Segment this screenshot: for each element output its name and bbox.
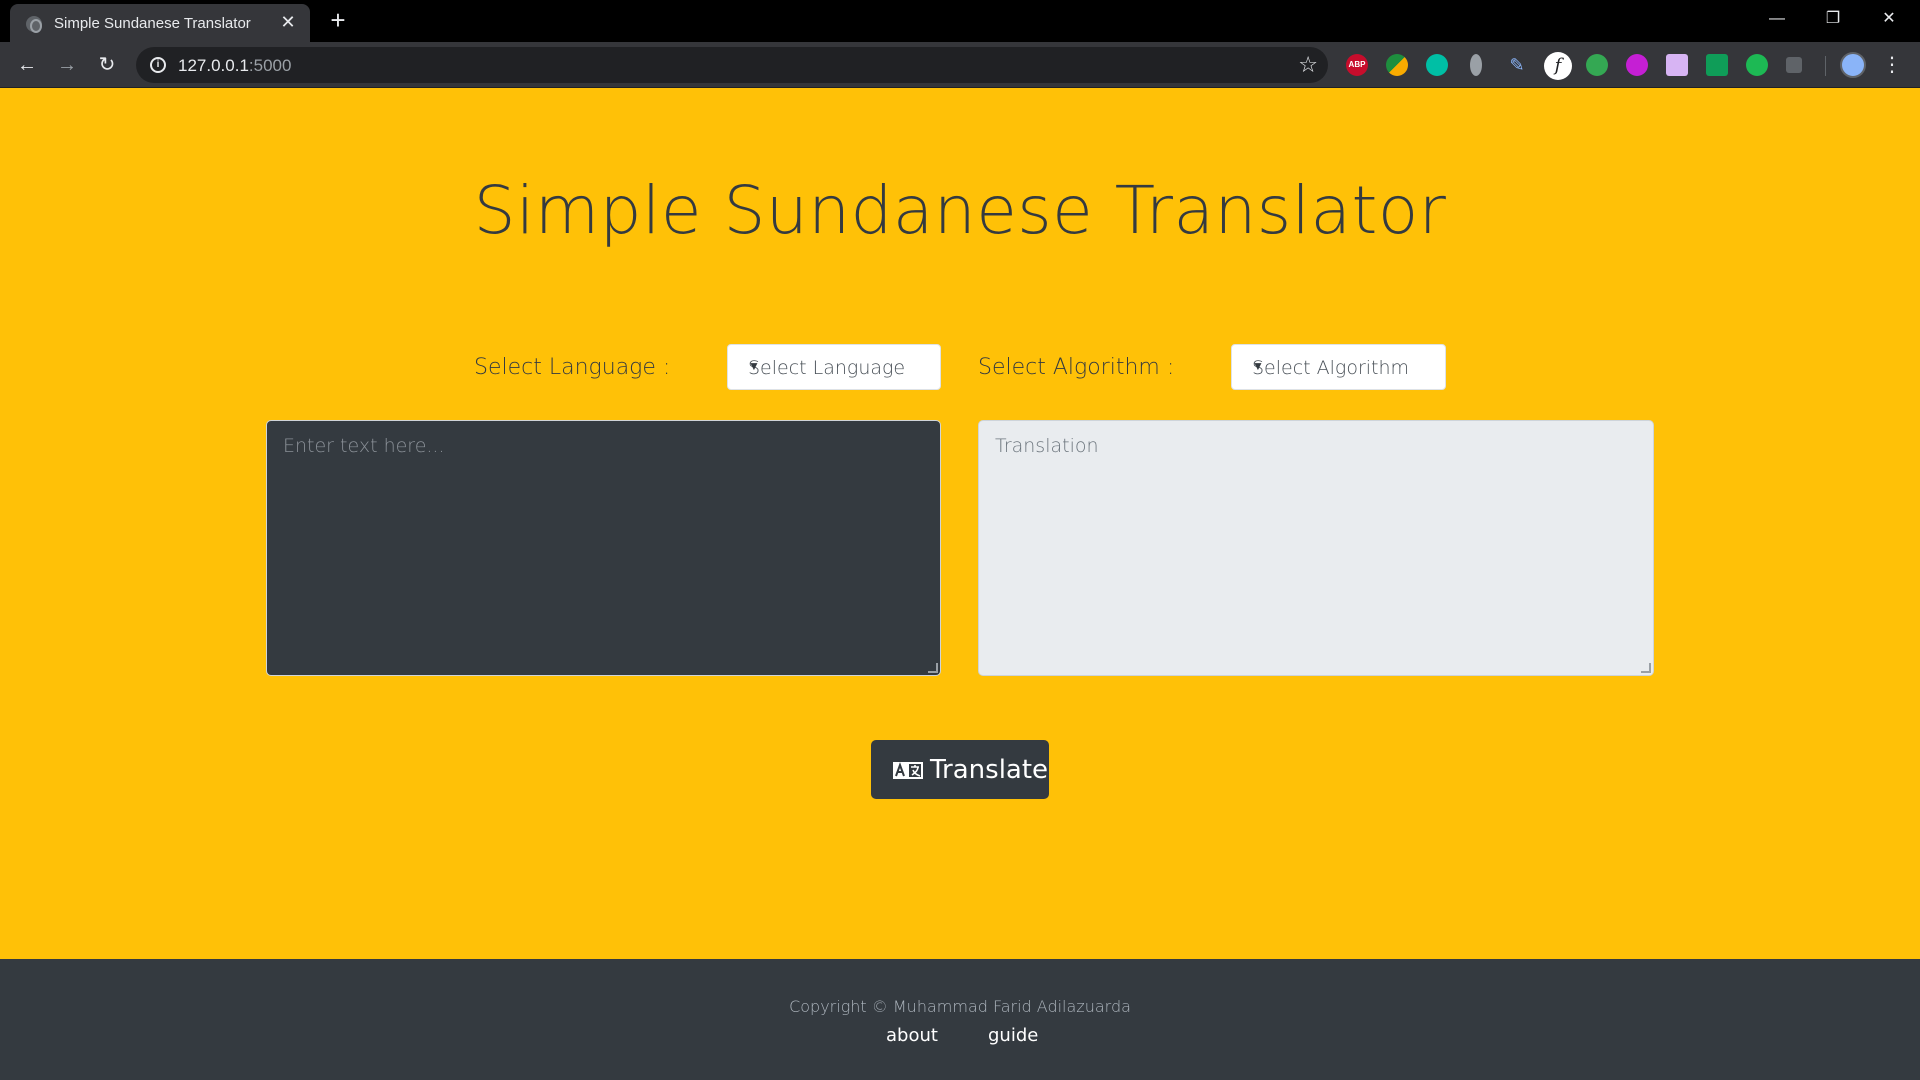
toolbar-divider: [1825, 56, 1826, 76]
tab-title: Simple Sundanese Translator: [54, 15, 251, 32]
info-icon[interactable]: i: [150, 57, 166, 73]
restore-icon[interactable]: ❐: [1810, 4, 1856, 34]
back-arrow-icon[interactable]: ←: [12, 50, 42, 80]
translation-output[interactable]: Translation: [978, 420, 1654, 676]
adblock-extension-icon[interactable]: ABP: [1346, 54, 1368, 76]
url-text[interactable]: 127.0.0.1:5000: [178, 56, 291, 76]
extension-icon-8[interactable]: [1626, 54, 1648, 76]
chevron-down-icon: ▼: [1252, 359, 1264, 373]
tree-extension-icon[interactable]: [1586, 54, 1608, 76]
source-placeholder: Enter text here...: [283, 435, 445, 457]
profile-avatar[interactable]: [1840, 52, 1866, 78]
footer: Copyright © Muhammad Farid Adilazuarda a…: [0, 959, 1920, 1080]
translate-button-label: Translate: [930, 755, 1049, 785]
language-select[interactable]: Select Language ▼: [727, 344, 941, 390]
new-tab-button[interactable]: +: [325, 7, 351, 34]
browser-toolbar: ← → ↻ i 127.0.0.1:5000 ☆ ABP ✎ f ⋮: [0, 42, 1920, 88]
browser-menu-icon[interactable]: ⋮: [1880, 50, 1904, 80]
extension-icon-2[interactable]: [1386, 54, 1408, 76]
source-text-input[interactable]: Enter text here...: [266, 420, 941, 676]
close-tab-icon[interactable]: ✕: [276, 10, 300, 34]
extension-icon-4[interactable]: [1470, 54, 1482, 76]
browser-tab-strip: Simple Sundanese Translator ✕ + — ❐ ✕: [0, 0, 1920, 42]
extension-icon-3[interactable]: [1426, 54, 1448, 76]
formula-extension-icon[interactable]: f: [1544, 52, 1572, 80]
extension-icon-11[interactable]: [1746, 54, 1768, 76]
translate-icon: [893, 762, 923, 779]
language-label: Select Language :: [474, 355, 671, 380]
copyright-text: Copyright © Muhammad Farid Adilazuarda: [789, 997, 1131, 1016]
resize-handle[interactable]: [928, 663, 938, 673]
pen-extension-icon[interactable]: ✎: [1506, 54, 1528, 76]
address-bar[interactable]: i 127.0.0.1:5000 ☆: [136, 47, 1328, 83]
extensions-puzzle-icon[interactable]: [1786, 57, 1802, 73]
close-window-icon[interactable]: ✕: [1866, 4, 1912, 34]
guide-link[interactable]: guide: [988, 1025, 1038, 1046]
minimize-icon[interactable]: —: [1754, 4, 1800, 34]
globe-icon: [26, 16, 42, 33]
about-link[interactable]: about: [886, 1025, 938, 1046]
page-title: Simple Sundanese Translator: [473, 172, 1447, 249]
s-extension-icon[interactable]: [1706, 54, 1728, 76]
translation-placeholder: Translation: [995, 435, 1099, 457]
forward-arrow-icon[interactable]: →: [52, 50, 82, 80]
translate-button[interactable]: Translate: [871, 740, 1049, 799]
chevron-down-icon: ▼: [748, 359, 760, 373]
resize-handle[interactable]: [1641, 663, 1651, 673]
bookmark-star-icon[interactable]: ☆: [1298, 53, 1318, 77]
browser-tab[interactable]: Simple Sundanese Translator ✕: [10, 4, 310, 42]
pdf-extension-icon[interactable]: [1666, 54, 1688, 76]
reload-icon[interactable]: ↻: [92, 50, 122, 80]
algorithm-select[interactable]: Select Algorithm ▼: [1231, 344, 1446, 390]
algorithm-label: Select Algorithm :: [978, 355, 1175, 380]
